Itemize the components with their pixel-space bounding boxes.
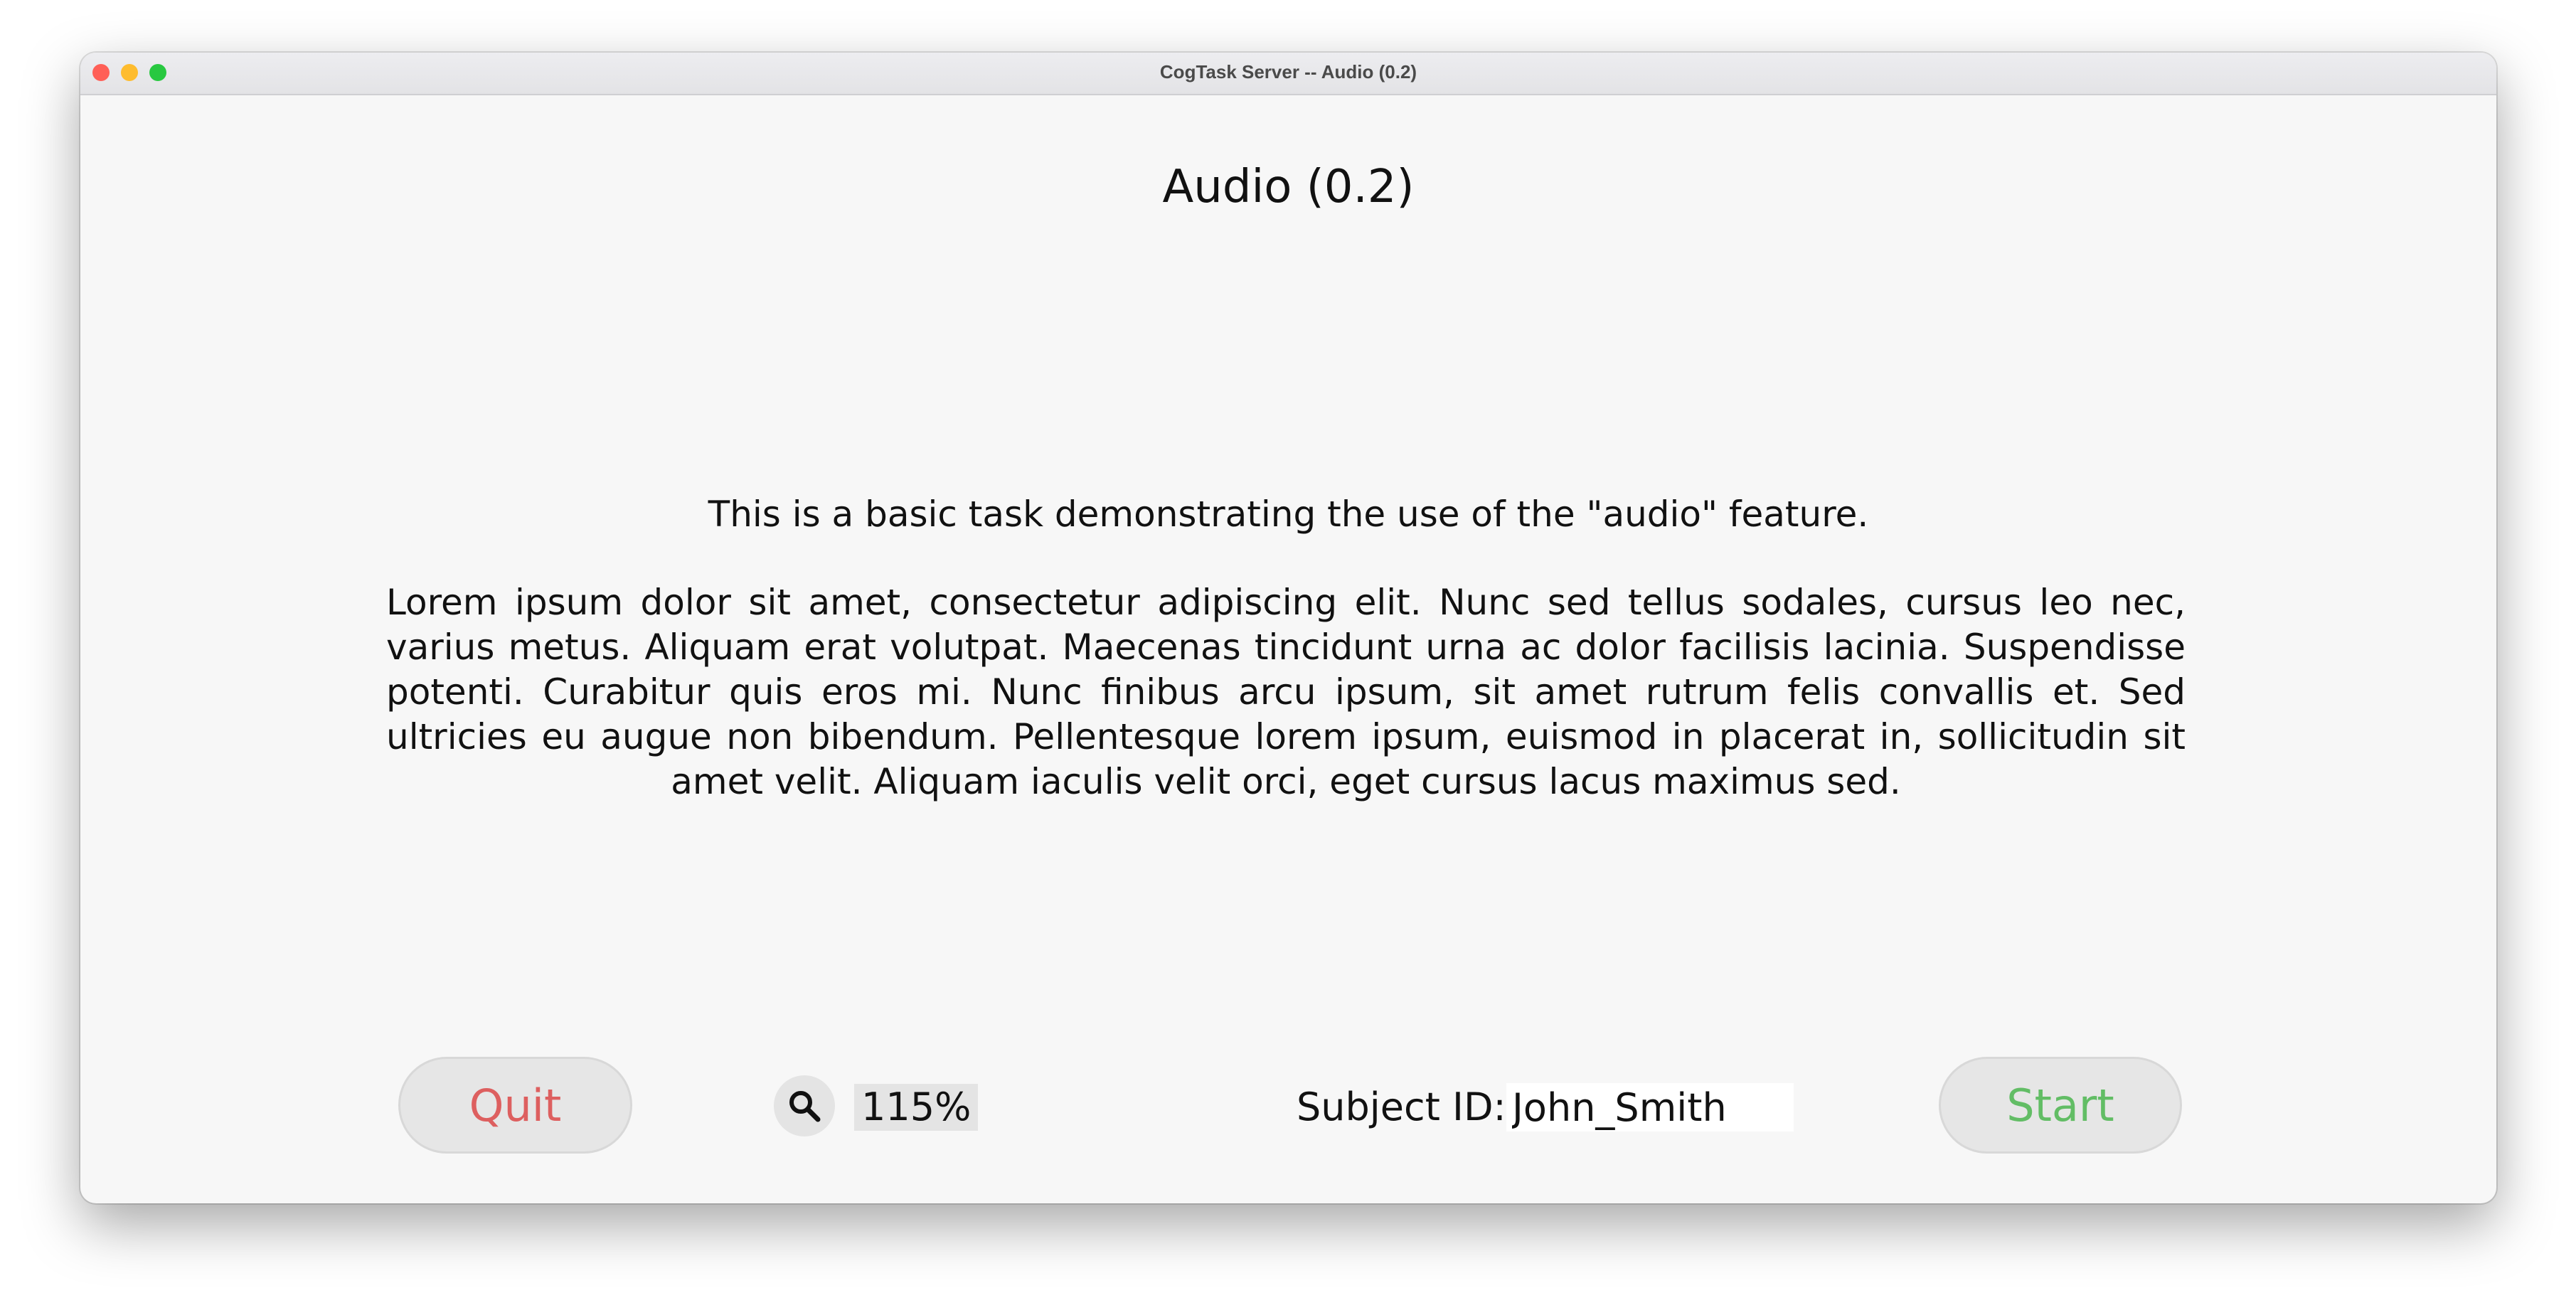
app-window: CogTask Server -- Audio (0.2) Audio (0.2… <box>80 53 2496 1203</box>
zoom-level[interactable]: 115% <box>854 1084 979 1131</box>
start-button[interactable]: Start <box>1939 1057 2182 1154</box>
window-title: CogTask Server -- Audio (0.2) <box>1159 61 1417 82</box>
description-text: Lorem ipsum dolor sit amet, consectetur … <box>386 582 2186 802</box>
title-bar[interactable]: CogTask Server -- Audio (0.2) <box>80 53 2496 95</box>
page-title: Audio (0.2) <box>1162 161 1415 213</box>
subject-id-label: Subject ID: <box>1297 1085 1506 1129</box>
zoom-button[interactable] <box>774 1075 835 1136</box>
intro-text: This is a basic task demonstrating the u… <box>708 494 1869 535</box>
quit-button[interactable]: Quit <box>398 1057 632 1154</box>
magnifier-icon <box>789 1091 821 1122</box>
subject-id-input[interactable] <box>1506 1083 1794 1131</box>
